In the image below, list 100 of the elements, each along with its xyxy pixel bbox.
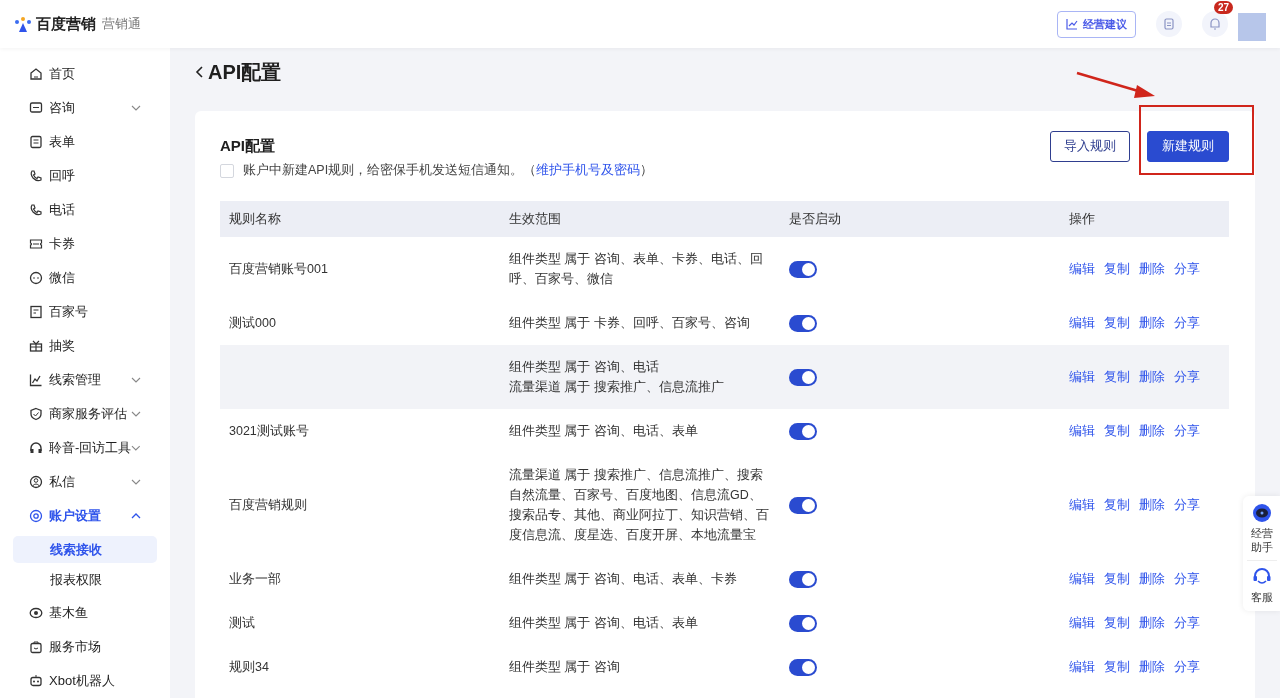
robot-head-icon <box>1251 503 1272 523</box>
chat-icon <box>29 101 43 115</box>
action-link[interactable]: 编辑 <box>1069 313 1095 333</box>
toggle-switch[interactable] <box>789 368 817 386</box>
sidebar-item[interactable]: 基木鱼 <box>13 596 157 630</box>
action-link[interactable]: 删除 <box>1139 613 1165 633</box>
target-icon <box>29 509 43 523</box>
sidebar-item[interactable]: 商家服务评估 <box>13 397 157 431</box>
action-link[interactable]: 复制 <box>1104 613 1130 633</box>
sidebar-item[interactable]: 百家号 <box>13 295 157 329</box>
table-cell: 组件类型 属于 咨询、电话、表单 <box>500 409 780 453</box>
sidebar-item[interactable]: 表单 <box>13 125 157 159</box>
action-link[interactable]: 编辑 <box>1069 259 1095 279</box>
action-link[interactable]: 编辑 <box>1069 613 1095 633</box>
table-row[interactable]: 测试000 组件类型 属于 卡券、回呼、百家号、咨询 编辑 复制 删除 分享 <box>220 301 1229 345</box>
sidebar-item[interactable]: 首页 <box>13 57 157 91</box>
action-link[interactable]: 分享 <box>1174 657 1200 677</box>
sidebar-item[interactable]: 电话 <box>13 193 157 227</box>
sidebar-item[interactable]: 账户设置 <box>13 499 157 533</box>
action-link[interactable]: 复制 <box>1104 495 1130 515</box>
table-cell-text: 组件类型 属于 咨询、电话、表单、卡券 <box>508 571 738 588</box>
robot-icon <box>29 674 43 688</box>
toggle-switch[interactable] <box>789 658 817 676</box>
back-chevron-icon[interactable] <box>195 66 204 78</box>
action-link[interactable]: 复制 <box>1104 259 1130 279</box>
bell-icon <box>1208 17 1222 31</box>
action-link[interactable]: 复制 <box>1104 569 1130 589</box>
toggle-switch[interactable] <box>789 496 817 514</box>
table-row[interactable]: 3021测试账号 组件类型 属于 咨询、电话、表单 编辑 复制 删除 分享 <box>220 409 1229 453</box>
sidebar-subitem[interactable]: 线索接收 <box>13 536 157 563</box>
headset-icon <box>29 441 43 455</box>
action-link[interactable]: 复制 <box>1104 313 1130 333</box>
action-link[interactable]: 分享 <box>1174 613 1200 633</box>
checkbox[interactable] <box>220 163 234 178</box>
maintain-phone-link[interactable]: 维护手机号及密码 <box>536 163 641 177</box>
action-link[interactable]: 删除 <box>1139 569 1165 589</box>
sidebar-item[interactable]: 卡券 <box>13 227 157 261</box>
toggle-switch[interactable] <box>789 570 817 588</box>
sidebar-item[interactable]: 回呼 <box>13 159 157 193</box>
table-row[interactable]: 规则34 组件类型 属于 咨询 编辑 复制 删除 分享 <box>220 645 1229 689</box>
action-link[interactable]: 分享 <box>1174 259 1200 279</box>
action-link[interactable]: 删除 <box>1139 259 1165 279</box>
clipboard-icon <box>1163 17 1175 31</box>
action-link[interactable]: 复制 <box>1104 421 1130 441</box>
action-link[interactable]: 编辑 <box>1069 421 1095 441</box>
notification-button[interactable] <box>1202 11 1228 37</box>
chat-bubble-icon <box>29 271 43 285</box>
table-cell-text: 规则34 <box>228 659 270 676</box>
action-link[interactable]: 编辑 <box>1069 657 1095 677</box>
table-row[interactable]: 业务一部 组件类型 属于 咨询、电话、表单、卡券 编辑 复制 删除 分享 <box>220 557 1229 601</box>
action-link[interactable]: 复制 <box>1104 367 1130 387</box>
action-link[interactable]: 删除 <box>1139 313 1165 333</box>
sidebar-item[interactable]: 微信 <box>13 261 157 295</box>
import-button[interactable]: 导入规则 <box>1050 131 1130 162</box>
table-row[interactable]: 测试 组件类型 属于 咨询、电话、表单 编辑 复制 删除 分享 <box>220 601 1229 645</box>
action-link[interactable]: 删除 <box>1139 495 1165 515</box>
action-link[interactable]: 分享 <box>1174 421 1200 441</box>
action-link[interactable]: 删除 <box>1139 421 1165 441</box>
page-title: API配置 <box>208 59 282 85</box>
sidebar-item[interactable]: 线索管理 <box>13 363 157 397</box>
table-row[interactable]: 百度营销规则 流量渠道 属于 搜索推广、信息流推广、搜索自然流量、百家号、百度地图、信息流GD、搜索品专、其他、商业阿拉丁、知识营销、百度信息流、度星选、百度开屏、本地流量宝 编辑 复制 删除 分享 <box>220 453 1229 557</box>
customer-service-button[interactable]: 客服 <box>1248 564 1275 607</box>
action-link[interactable]: 编辑 <box>1069 367 1095 387</box>
sidebar-item[interactable]: 私信 <box>13 465 157 499</box>
sidebar-item[interactable]: 抽奖 <box>13 329 157 363</box>
action-link[interactable]: 删除 <box>1139 657 1165 677</box>
phone-icon <box>29 203 43 217</box>
action-link[interactable]: 分享 <box>1174 367 1200 387</box>
headset-icon <box>1251 567 1272 587</box>
notification-badge: 27 <box>1214 1 1234 14</box>
column-header: 是否启动 <box>780 201 1060 237</box>
sidebar-subitem[interactable]: 报表权限 <box>13 566 157 593</box>
action-link[interactable]: 编辑 <box>1069 495 1095 515</box>
action-link[interactable]: 编辑 <box>1069 569 1095 589</box>
advice-button[interactable]: 经营建议 <box>1057 10 1136 38</box>
action-link[interactable]: 复制 <box>1104 657 1130 677</box>
toggle-switch[interactable] <box>789 614 817 632</box>
action-link[interactable]: 分享 <box>1174 495 1200 515</box>
action-link[interactable]: 分享 <box>1174 313 1200 333</box>
table-cell-text: 百度营销规则 <box>228 497 308 514</box>
column-header: 规则名称 <box>220 201 500 237</box>
toggle-switch[interactable] <box>789 260 817 278</box>
action-link[interactable]: 分享 <box>1174 569 1200 589</box>
action-link[interactable]: 删除 <box>1139 367 1165 387</box>
sidebar-item[interactable]: 咨询 <box>13 91 157 125</box>
toggle-switch[interactable] <box>789 422 817 440</box>
clipboard-button[interactable] <box>1156 11 1182 37</box>
column-header: 操作 <box>1060 201 1229 237</box>
table-cell-text: 业务一部 <box>228 571 282 588</box>
toggle-switch[interactable] <box>789 314 817 332</box>
table-cell: 3021测试账号 <box>220 409 500 453</box>
people-icon <box>29 475 43 489</box>
assistant-button[interactable]: 经营助手 <box>1248 500 1275 557</box>
sidebar-item[interactable]: Xbot机器人 <box>13 664 157 698</box>
sidebar-item[interactable]: 服务市场 <box>13 630 157 664</box>
table-row[interactable]: 组件类型 属于 咨询、电话 流量渠道 属于 搜索推广、信息流推广 编辑 复制 删除 分享 <box>220 345 1229 409</box>
table-row[interactable]: 百度营销账号001 组件类型 属于 咨询、表单、卡券、电话、回呼、百家号、微信 编辑 复制 删除 分享 <box>220 237 1229 301</box>
sidebar-item[interactable]: 聆音-回访工具 <box>13 431 157 465</box>
new-rule-button[interactable]: 新建规则 <box>1147 131 1229 162</box>
chart-icon <box>29 373 43 387</box>
